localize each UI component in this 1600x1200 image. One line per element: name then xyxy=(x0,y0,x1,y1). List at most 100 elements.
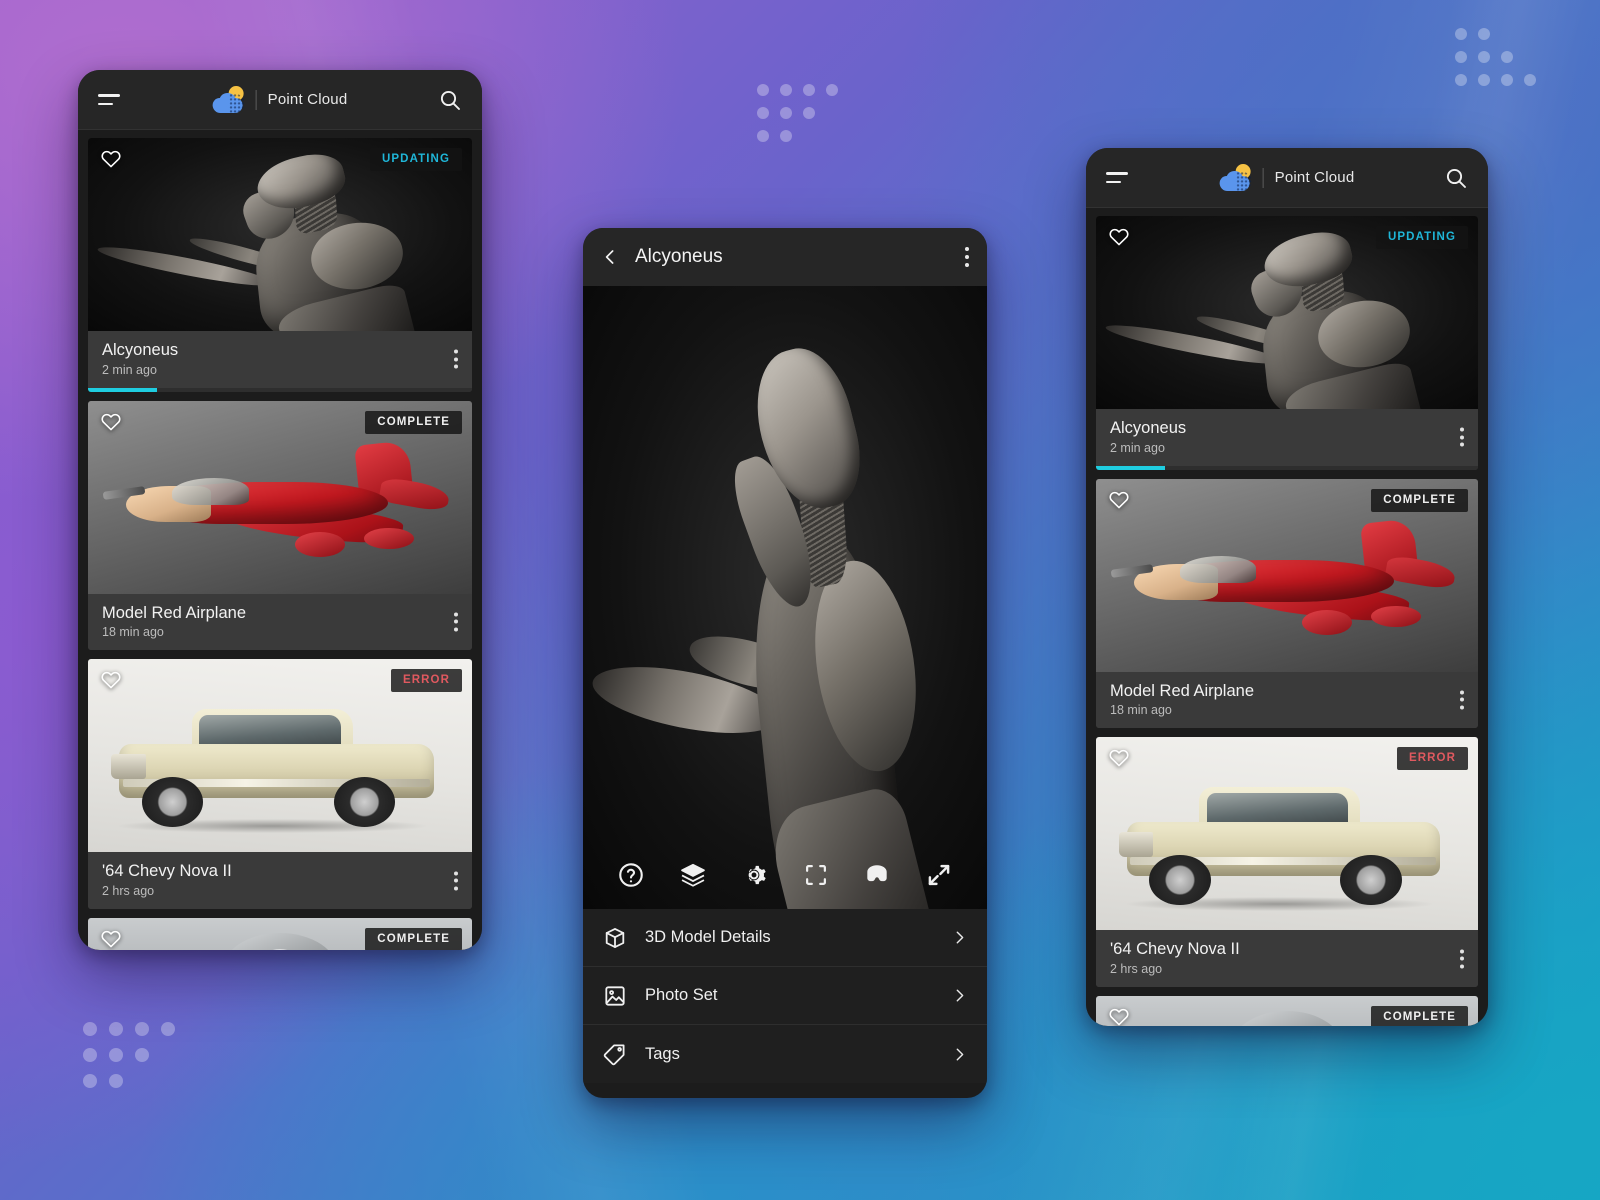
help-icon[interactable] xyxy=(617,861,645,889)
card-title: Model Red Airplane xyxy=(102,603,247,622)
model-viewer[interactable] xyxy=(583,286,987,909)
brand: Point Cloud xyxy=(1219,163,1355,192)
card-thumbnail[interactable]: UPDATING xyxy=(1096,216,1478,409)
app-mockup-stage: Point Cloud UPDATING Alcyoneus 2 min ago… xyxy=(0,0,1600,1200)
cloud-sun-icon xyxy=(1219,163,1252,192)
phone-list-right: Point Cloud UPDATING Alcyoneus 2 min ago… xyxy=(1086,148,1488,1026)
heart-outline-icon[interactable] xyxy=(100,669,122,691)
dot-cluster-top-right xyxy=(1455,28,1547,97)
scan-icon[interactable] xyxy=(802,861,830,889)
app-bar: Point Cloud xyxy=(78,70,482,130)
menu-item-label: 3D Model Details xyxy=(645,928,771,946)
list-item[interactable]: ERROR '64 Chevy Nova II 2 hrs ago xyxy=(1096,737,1478,987)
heart-outline-icon[interactable] xyxy=(100,411,122,433)
search-icon[interactable] xyxy=(438,88,462,112)
heart-outline-icon[interactable] xyxy=(100,148,122,170)
card-thumbnail[interactable]: ERROR xyxy=(1096,737,1478,931)
kebab-menu-icon[interactable] xyxy=(1460,949,1464,969)
menu-item[interactable]: Tags xyxy=(583,1025,987,1083)
hamburger-menu-icon[interactable] xyxy=(1106,172,1130,183)
brand-title: Point Cloud xyxy=(1274,169,1355,186)
model-list[interactable]: UPDATING Alcyoneus 2 min ago COMPLETE Mo… xyxy=(78,130,482,950)
kebab-menu-icon[interactable] xyxy=(454,612,458,632)
kebab-menu-icon[interactable] xyxy=(1460,427,1464,447)
chevron-left-icon[interactable] xyxy=(601,246,619,268)
chevron-right-icon xyxy=(952,988,967,1003)
card-thumbnail[interactable]: COMPLETE xyxy=(1096,478,1478,672)
viewer-toolbar[interactable] xyxy=(583,861,987,889)
status-badge: UPDATING xyxy=(369,148,462,171)
card-meta: '64 Chevy Nova II 2 hrs ago xyxy=(88,852,472,909)
card-thumbnail[interactable]: UPDATING xyxy=(88,138,472,331)
upload-progress-bar xyxy=(88,387,472,392)
chevron-right-icon xyxy=(952,1047,967,1062)
chevron-right-icon xyxy=(952,930,967,945)
detail-title: Alcyoneus xyxy=(635,246,723,267)
expand-icon[interactable] xyxy=(925,861,953,889)
layers-icon[interactable] xyxy=(679,861,707,889)
list-item[interactable]: UPDATING Alcyoneus 2 min ago xyxy=(1096,216,1478,470)
menu-item[interactable]: Photo Set xyxy=(583,967,987,1025)
search-icon[interactable] xyxy=(1444,166,1468,190)
cloud-sun-icon xyxy=(212,85,245,114)
status-badge: COMPLETE xyxy=(365,927,462,950)
dot-cluster-top-center xyxy=(757,84,849,153)
card-timestamp: 2 hrs ago xyxy=(1110,961,1163,976)
app-bar: Point Cloud xyxy=(1086,148,1488,208)
image-icon xyxy=(603,984,627,1008)
cube-icon xyxy=(603,926,627,950)
tag-icon xyxy=(603,1042,627,1066)
card-title: Model Red Airplane xyxy=(1110,681,1255,700)
list-item[interactable]: UPDATING Alcyoneus 2 min ago xyxy=(88,138,472,392)
card-meta: Model Red Airplane 18 min ago xyxy=(88,593,472,651)
kebab-menu-icon[interactable] xyxy=(454,871,458,891)
status-badge: ERROR xyxy=(390,669,462,693)
heart-outline-icon[interactable] xyxy=(1108,1006,1130,1026)
card-timestamp: 2 min ago xyxy=(1110,440,1165,455)
menu-item[interactable]: 3D Model Details xyxy=(583,909,987,967)
list-item[interactable]: COMPLETE Model Red Airplane 18 min ago xyxy=(88,400,472,651)
vr-headset-icon[interactable] xyxy=(863,861,891,889)
heart-outline-icon[interactable] xyxy=(1108,489,1130,511)
detail-menu-list[interactable]: 3D Model Details Photo Set Tags xyxy=(583,909,987,1083)
list-item[interactable]: ERROR '64 Chevy Nova II 2 hrs ago xyxy=(88,659,472,909)
detail-app-bar: Alcyoneus xyxy=(583,228,987,286)
heart-outline-icon[interactable] xyxy=(1108,226,1130,248)
upload-progress-bar xyxy=(1096,465,1478,470)
menu-item-label: Tags xyxy=(645,1044,680,1063)
card-timestamp: 18 min ago xyxy=(1110,703,1172,718)
card-meta: Model Red Airplane 18 min ago xyxy=(1096,671,1478,729)
heart-outline-icon[interactable] xyxy=(1108,747,1130,769)
card-meta: Alcyoneus 2 min ago xyxy=(88,331,472,388)
card-timestamp: 2 min ago xyxy=(102,362,157,377)
model-preview-image xyxy=(583,286,987,909)
card-thumbnail[interactable]: COMPLETE xyxy=(88,917,472,950)
list-item[interactable]: COMPLETE Model Red Airplane 18 min ago xyxy=(1096,478,1478,729)
kebab-menu-icon[interactable] xyxy=(454,349,458,369)
kebab-menu-icon[interactable] xyxy=(965,247,969,267)
kebab-menu-icon[interactable] xyxy=(1460,690,1464,710)
brand-divider xyxy=(255,89,257,110)
status-badge: COMPLETE xyxy=(365,410,462,434)
list-item[interactable]: COMPLETE xyxy=(1096,995,1478,1026)
dot-cluster-bottom-left xyxy=(83,1022,187,1100)
gear-icon[interactable] xyxy=(740,861,768,889)
status-badge: UPDATING xyxy=(1375,226,1468,249)
card-thumbnail[interactable]: COMPLETE xyxy=(88,400,472,594)
menu-item-label: Photo Set xyxy=(645,986,718,1004)
brand: Point Cloud xyxy=(212,85,348,114)
list-item[interactable]: COMPLETE xyxy=(88,917,472,950)
hamburger-menu-icon[interactable] xyxy=(98,94,122,105)
status-badge: COMPLETE xyxy=(1371,488,1468,512)
card-thumbnail[interactable]: ERROR xyxy=(88,659,472,853)
phone-detail-center: Alcyoneus 3D Model Details Photo Set Tag… xyxy=(583,228,987,1098)
status-badge: COMPLETE xyxy=(1371,1005,1468,1026)
card-timestamp: 2 hrs ago xyxy=(102,883,155,898)
model-list[interactable]: UPDATING Alcyoneus 2 min ago COMPLETE Mo… xyxy=(1086,208,1488,1026)
card-thumbnail[interactable]: COMPLETE xyxy=(1096,995,1478,1026)
card-meta: Alcyoneus 2 min ago xyxy=(1096,409,1478,466)
card-title: Alcyoneus xyxy=(102,341,179,359)
card-meta: '64 Chevy Nova II 2 hrs ago xyxy=(1096,930,1478,987)
status-badge: ERROR xyxy=(1396,747,1468,771)
heart-outline-icon[interactable] xyxy=(100,928,122,950)
